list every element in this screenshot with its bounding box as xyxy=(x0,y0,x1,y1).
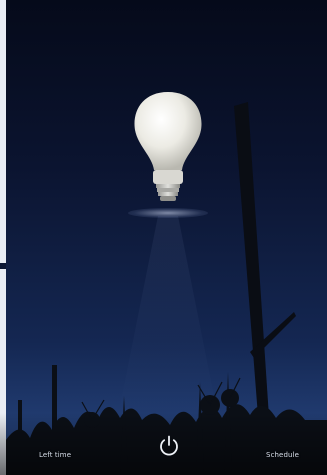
light-bulb[interactable] xyxy=(118,86,218,226)
light-control-screen: Left time Schedule xyxy=(0,0,327,475)
bulb-glow xyxy=(128,208,208,218)
bottom-control-bar: Left time Schedule xyxy=(0,413,327,475)
left-time-button[interactable]: Left time xyxy=(39,451,71,459)
vegetation-silhouette xyxy=(6,365,327,475)
power-button[interactable] xyxy=(152,429,186,463)
light-bulb-icon xyxy=(134,92,202,201)
power-icon xyxy=(160,435,178,456)
schedule-button[interactable]: Schedule xyxy=(266,451,299,459)
